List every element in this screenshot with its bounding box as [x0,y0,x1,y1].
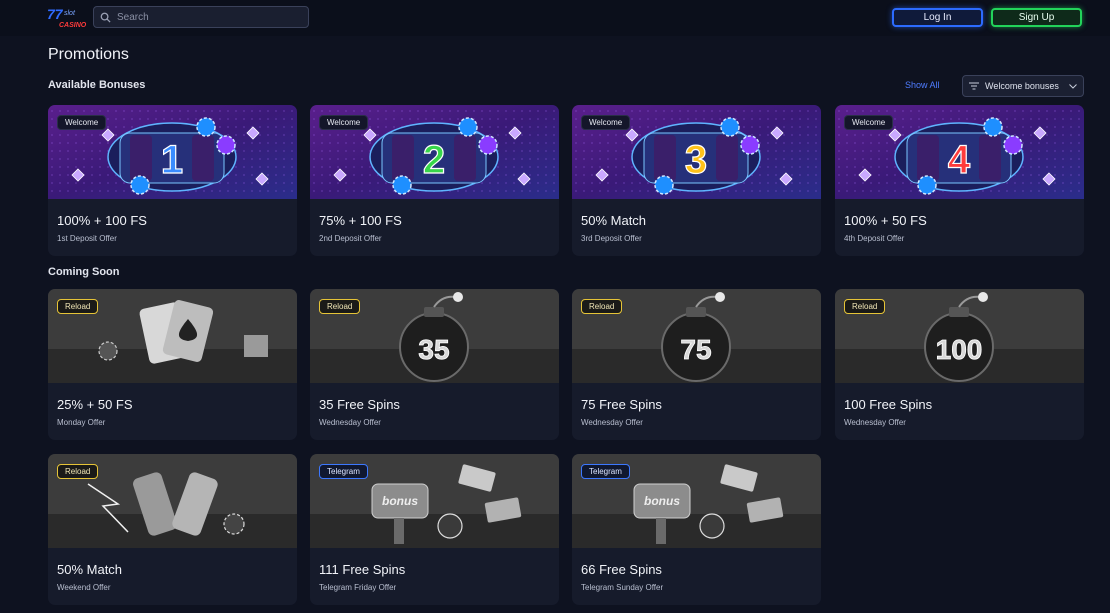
svg-text:3: 3 [685,138,707,182]
filter-icon [969,82,979,90]
show-all-link[interactable]: Show All [905,80,940,90]
reload-badge: Reload [581,299,623,314]
welcome-badge: Welcome [844,115,894,130]
promo-title: 100% + 50 FS [844,213,927,228]
promo-title: 111 Free Spins [319,562,406,577]
promo-subtitle: Telegram Sunday Offer [581,583,664,592]
promo-title: 50% Match [581,213,647,228]
chevron-down-icon [1069,83,1077,89]
promo-title: 25% + 50 FS [57,397,133,412]
promo-card[interactable]: 100 Reload 100 Free Spins Wednesday Offer [835,289,1084,440]
search-icon [100,12,111,23]
promo-subtitle: Weekend Offer [57,583,111,592]
reload-badge: Reload [844,299,886,314]
promo-card[interactable]: bonus Telegram 66 Free Spins Telegram Sunda… [572,454,821,605]
promo-title: 75% + 100 FS [319,213,402,228]
svg-text:bonus: bonus [644,494,680,508]
available-bonuses-heading: Available Bonuses [48,79,146,91]
promo-title: 35 Free Spins [319,397,400,412]
svg-text:35: 35 [418,334,449,365]
promo-title: 75 Free Spins [581,397,662,412]
reload-badge: Reload [319,299,361,314]
welcome-badge: Welcome [581,115,631,130]
promo-title: 100 Free Spins [844,397,933,412]
promo-subtitle: Wednesday Offer [581,418,643,427]
promo-card[interactable]: 2 Welcome 75% + 100 FS 2nd Deposit Offer [310,105,559,256]
promo-card[interactable]: 35 Reload 35 Free Spins Wednesday Offer [310,289,559,440]
svg-text:bonus: bonus [382,494,418,508]
welcome-badge: Welcome [319,115,369,130]
promo-title: 100% + 100 FS [57,213,147,228]
promo-title: 50% Match [57,562,123,577]
sign-up-button[interactable]: Sign Up [991,8,1082,27]
promo-subtitle: Wednesday Offer [844,418,906,427]
welcome-badge: Welcome [57,115,107,130]
filter-label: Welcome bonuses [985,81,1059,91]
promo-card[interactable]: Reload 50% Match Weekend Offer [48,454,297,605]
svg-text:75: 75 [680,334,711,365]
telegram-badge: Telegram [319,464,368,479]
search-input[interactable] [117,11,297,23]
promo-subtitle: Telegram Friday Offer [319,583,397,592]
telegram-badge: Telegram [581,464,630,479]
coming-soon-heading: Coming Soon [48,266,120,278]
promo-card[interactable]: 3 Welcome 50% Match 3rd Deposit Offer [572,105,821,256]
svg-text:100: 100 [936,334,983,365]
promo-card[interactable]: 75 Reload 75 Free Spins Wednesday Offer [572,289,821,440]
promo-card[interactable]: 4 Welcome 100% + 50 FS 4th Deposit Offer [835,105,1084,256]
promo-title: 66 Free Spins [581,562,662,577]
reload-badge: Reload [57,464,99,479]
promo-subtitle: Monday Offer [57,418,106,427]
promo-card[interactable]: bonus Telegram 111 Free Spins Telegram Frid… [310,454,559,605]
log-in-button[interactable]: Log In [892,8,983,27]
promo-subtitle: 1st Deposit Offer [57,234,117,243]
svg-text:2: 2 [423,138,445,182]
casino-logo[interactable]: 77 slot CASINO [47,6,87,30]
promo-subtitle: 3rd Deposit Offer [581,234,642,243]
promo-subtitle: 2nd Deposit Offer [319,234,382,243]
svg-text:4: 4 [948,138,971,182]
promo-subtitle: 4th Deposit Offer [844,234,905,243]
search-box[interactable] [93,6,309,28]
svg-text:CASINO: CASINO [59,22,87,29]
svg-text:1: 1 [161,138,183,182]
promo-subtitle: Wednesday Offer [319,418,381,427]
top-bar: 77 slot CASINO Log In Sign Up [0,0,1110,36]
svg-text:slot: slot [64,10,76,17]
promo-card[interactable]: 1 Welcome 100% + 100 FS 1st Deposit Offer [48,105,297,256]
promo-card[interactable]: Reload 25% + 50 FS Monday Offer [48,289,297,440]
reload-badge: Reload [57,299,99,314]
page-title: Promotions [48,46,129,63]
bonus-filter-dropdown[interactable]: Welcome bonuses [962,75,1084,97]
svg-text:77: 77 [47,6,64,22]
